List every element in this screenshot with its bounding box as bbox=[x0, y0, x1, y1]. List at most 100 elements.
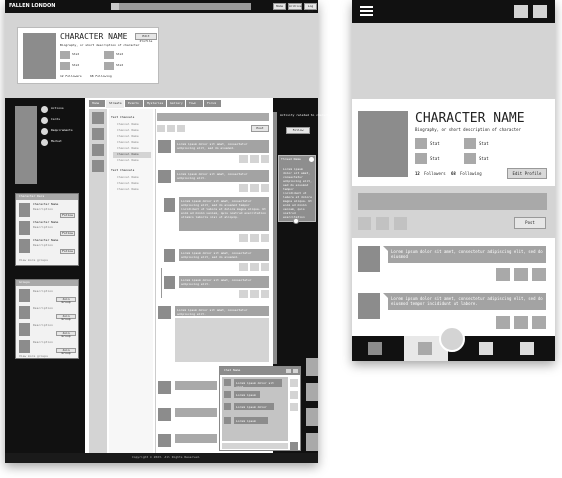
channel-item-active[interactable]: Channel Name bbox=[117, 153, 139, 156]
nav-home-button[interactable]: Home bbox=[273, 3, 286, 10]
mobile-following-label[interactable]: Following bbox=[460, 172, 482, 176]
mobile-composer-input[interactable] bbox=[358, 193, 547, 210]
groups-view-more-link[interactable]: View more groups bbox=[19, 355, 48, 358]
mobile-post-action[interactable] bbox=[496, 268, 510, 281]
post-avatar[interactable] bbox=[158, 170, 171, 183]
follow-button[interactable]: Follow bbox=[286, 127, 310, 134]
post-action[interactable] bbox=[239, 263, 248, 271]
composer-tool-1[interactable] bbox=[157, 125, 165, 132]
join-group-button-4[interactable]: Join Group bbox=[56, 348, 76, 355]
channel-item[interactable]: Channel Name bbox=[117, 176, 139, 179]
mobile-post-action[interactable] bbox=[532, 316, 546, 329]
post-action[interactable] bbox=[250, 263, 259, 271]
mobile-composer-tool-1[interactable] bbox=[358, 217, 371, 230]
post-avatar[interactable] bbox=[158, 381, 171, 394]
channel-item[interactable]: Channel Name bbox=[117, 141, 139, 144]
feed-scrollbar[interactable] bbox=[273, 112, 277, 364]
search-bar[interactable] bbox=[111, 3, 251, 10]
feed-post-button[interactable]: Post bbox=[251, 125, 269, 132]
quick-access-3[interactable] bbox=[306, 408, 318, 426]
tab-gallery[interactable]: Gallery bbox=[167, 100, 185, 107]
post-action[interactable] bbox=[250, 184, 259, 192]
mobile-composer-tool-2[interactable] bbox=[376, 217, 389, 230]
tab-forum[interactable]: Forum bbox=[204, 100, 221, 107]
channel-item[interactable]: Channel Name bbox=[117, 135, 139, 138]
composer-input[interactable] bbox=[157, 113, 269, 121]
followers-count[interactable]: 12 Followers bbox=[60, 75, 82, 78]
tab-home[interactable]: Home bbox=[89, 100, 105, 107]
avatar[interactable] bbox=[23, 33, 56, 79]
thread-scroll-handle[interactable] bbox=[293, 218, 299, 224]
chat-send-button[interactable] bbox=[290, 442, 298, 450]
rec-follow-button-1[interactable]: Follow bbox=[60, 213, 75, 218]
post-avatar[interactable] bbox=[158, 140, 171, 153]
rec-follow-button-2[interactable]: Follow bbox=[60, 231, 75, 236]
tab-town[interactable]: Town bbox=[186, 100, 203, 107]
tab-streets[interactable]: Streets bbox=[106, 100, 124, 108]
chat-side-tool[interactable] bbox=[290, 379, 298, 387]
nav-archive-button[interactable]: Archive bbox=[288, 3, 302, 10]
quick-access-4[interactable] bbox=[306, 433, 318, 451]
nav-logout-button[interactable]: Log Out bbox=[304, 3, 317, 13]
post-action[interactable] bbox=[261, 155, 269, 163]
mobile-followers-count[interactable]: 12 bbox=[415, 172, 420, 176]
mobile-post-button[interactable]: Post bbox=[514, 217, 546, 229]
mobile-avatar[interactable] bbox=[358, 111, 408, 177]
bottom-nav-center-fab[interactable] bbox=[439, 326, 465, 352]
menu-item-cards[interactable]: Cards bbox=[41, 117, 81, 125]
mobile-following-count[interactable]: 68 bbox=[451, 172, 456, 176]
mobile-followers-label[interactable]: Followers bbox=[424, 172, 446, 176]
brand-logo[interactable]: FALLEN LONDON bbox=[9, 4, 55, 9]
post-image[interactable] bbox=[175, 318, 269, 362]
composer-tool-2[interactable] bbox=[167, 125, 175, 132]
post-avatar[interactable] bbox=[158, 306, 171, 319]
channel-icon-1[interactable] bbox=[92, 112, 104, 124]
mobile-composer-tool-3[interactable] bbox=[394, 217, 407, 230]
composer-tool-3[interactable] bbox=[177, 125, 185, 132]
channel-item[interactable]: Channel Name bbox=[117, 182, 139, 185]
post-action[interactable] bbox=[239, 234, 248, 242]
following-count[interactable]: 68 Following bbox=[90, 75, 112, 78]
channel-icon-3[interactable] bbox=[92, 144, 104, 156]
chat-side-tool[interactable] bbox=[290, 391, 298, 399]
thread-close-icon[interactable] bbox=[309, 157, 314, 162]
bottom-nav-profile[interactable] bbox=[520, 342, 534, 355]
channel-icon-2[interactable] bbox=[92, 128, 104, 140]
post-avatar[interactable] bbox=[158, 434, 171, 447]
post-action[interactable] bbox=[250, 155, 259, 163]
post-action[interactable] bbox=[239, 155, 248, 163]
mobile-post-action[interactable] bbox=[496, 316, 510, 329]
rec-follow-button-3[interactable]: Follow bbox=[60, 249, 75, 254]
post-action[interactable] bbox=[239, 290, 248, 298]
tab-events[interactable]: Events bbox=[125, 100, 143, 107]
join-group-button-3[interactable]: Join Group bbox=[56, 331, 76, 338]
post-avatar[interactable] bbox=[158, 408, 171, 421]
hamburger-menu-icon[interactable] bbox=[360, 5, 373, 17]
post-action[interactable] bbox=[250, 234, 259, 242]
join-group-button-2[interactable]: Join Group bbox=[56, 314, 76, 321]
post-action[interactable] bbox=[261, 234, 269, 242]
post-avatar[interactable] bbox=[164, 198, 175, 212]
menu-item-actions[interactable]: Actions bbox=[41, 106, 81, 114]
tab-mysteries[interactable]: Mysteries bbox=[144, 100, 166, 107]
post-action[interactable] bbox=[261, 263, 269, 271]
mobile-edit-profile-button[interactable]: Edit Profile bbox=[507, 168, 547, 179]
post-avatar[interactable] bbox=[164, 276, 175, 289]
channel-item[interactable]: Channel Name bbox=[117, 159, 139, 162]
quick-access-1[interactable] bbox=[306, 358, 318, 376]
mobile-post-action[interactable] bbox=[514, 316, 528, 329]
channel-item[interactable]: Channel Name bbox=[117, 188, 139, 191]
chat-minimize-icon[interactable] bbox=[286, 369, 291, 373]
edit-profile-button[interactable]: Edit Profile bbox=[135, 33, 157, 43]
post-action[interactable] bbox=[250, 290, 259, 298]
menu-item-requirements[interactable]: Requirements bbox=[41, 128, 81, 136]
recs-view-more-link[interactable]: View more groups bbox=[19, 259, 48, 262]
mobile-action-1[interactable] bbox=[514, 5, 528, 18]
post-action[interactable] bbox=[239, 184, 248, 192]
post-avatar[interactable] bbox=[164, 249, 175, 262]
mobile-action-2[interactable] bbox=[533, 5, 547, 18]
bottom-nav-feed[interactable] bbox=[418, 342, 432, 355]
channel-item[interactable]: Channel Name bbox=[117, 123, 139, 126]
post-action[interactable] bbox=[261, 184, 269, 192]
bottom-nav-home[interactable] bbox=[368, 342, 382, 355]
